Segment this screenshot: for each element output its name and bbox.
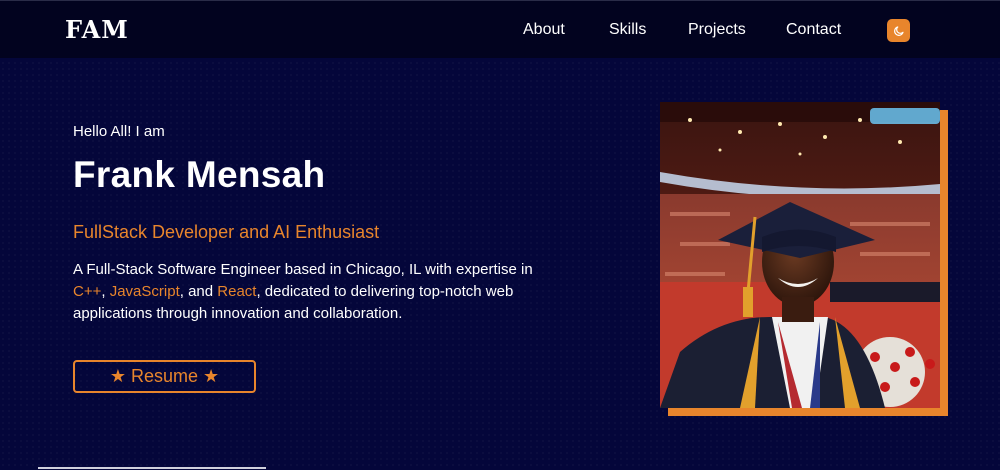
hero-role: FullStack Developer and AI Enthusiast: [73, 222, 380, 242]
navbar: FAM About Skills Projects Contact: [0, 0, 1000, 58]
bio-text: A Full-Stack Software Engineer based in …: [73, 261, 533, 278]
skill-highlight: JavaScript: [109, 283, 180, 300]
bottom-divider: [38, 467, 266, 469]
hero-bio: A Full-Stack Software Engineer based in …: [73, 259, 543, 325]
bio-text: ,: [101, 283, 110, 300]
skill-highlight: React: [217, 283, 257, 300]
hero-name: Frank Mensah: [73, 154, 326, 195]
site-logo[interactable]: FAM: [65, 15, 129, 44]
hero-greeting: Hello All! I am: [73, 123, 165, 140]
nav-link-contact[interactable]: Contact: [786, 21, 841, 39]
nav-link-about[interactable]: About: [523, 21, 565, 39]
skill-highlight: C++: [73, 283, 102, 300]
nav-link-skills[interactable]: Skills: [609, 21, 646, 39]
resume-button[interactable]: ★ Resume ★: [73, 360, 256, 393]
bio-text: , and: [179, 283, 218, 300]
theme-toggle-button[interactable]: [887, 19, 910, 42]
moon-icon: [893, 25, 904, 36]
profile-photo: [660, 102, 940, 408]
nav-link-projects[interactable]: Projects: [688, 21, 746, 39]
